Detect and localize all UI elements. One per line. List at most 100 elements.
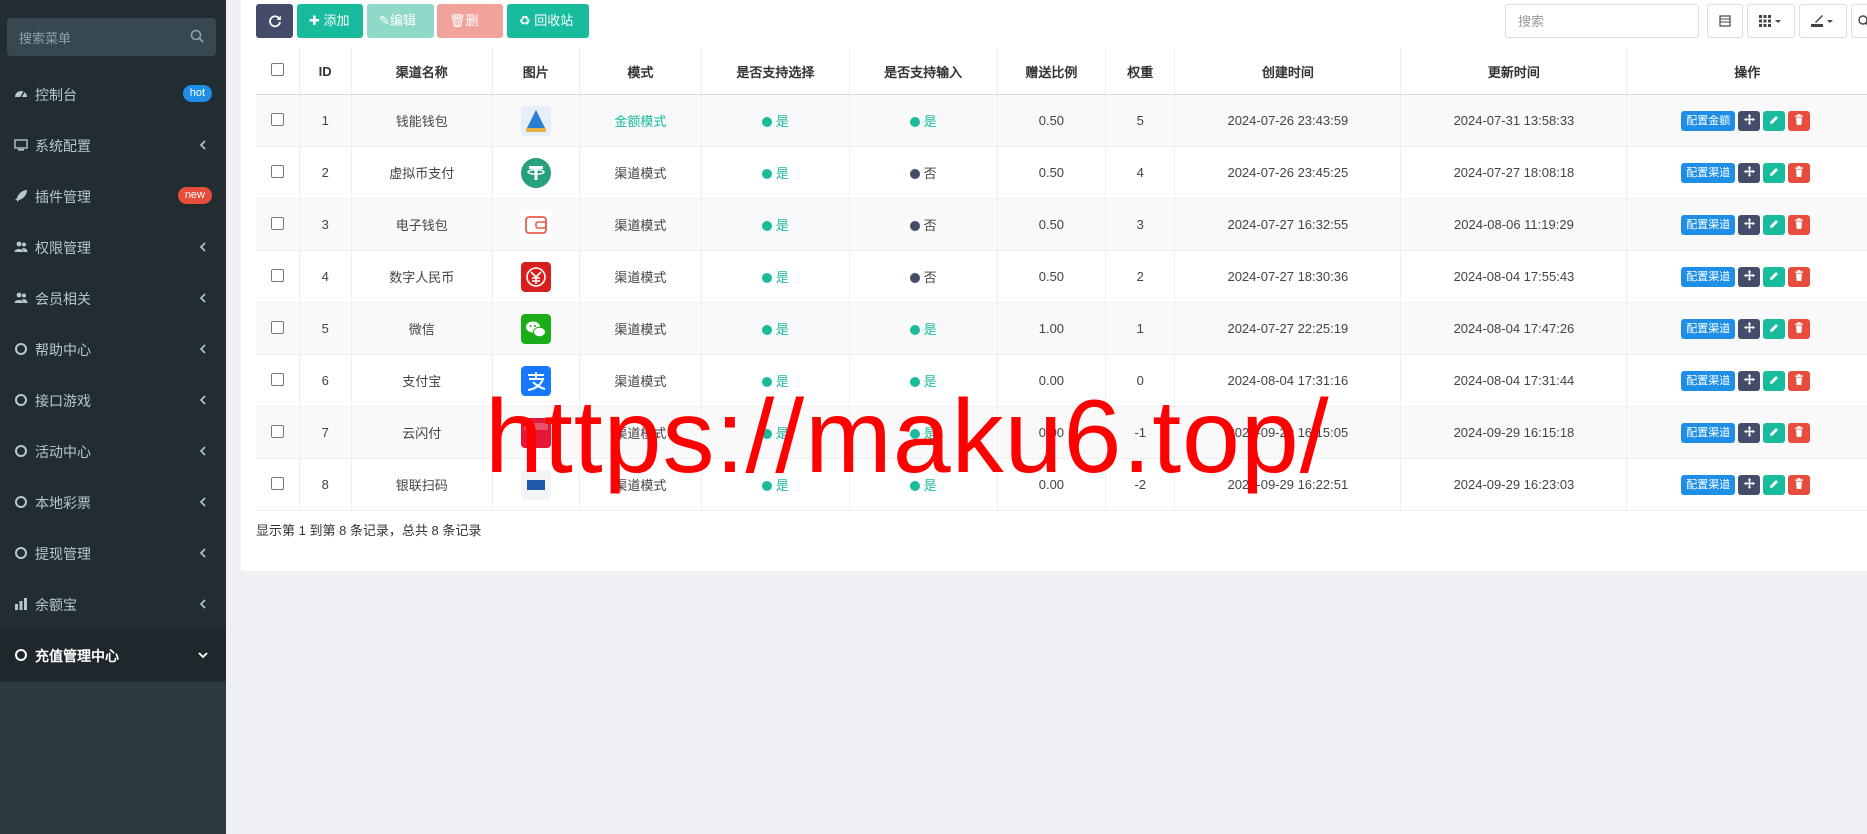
drag-sort-button[interactable] bbox=[1738, 318, 1761, 339]
config-button[interactable]: 配置渠道 bbox=[1681, 370, 1736, 391]
columns-button[interactable] bbox=[1747, 4, 1795, 38]
sidebar-item-7[interactable]: 接口游戏 bbox=[0, 375, 226, 425]
sidebar-item-10[interactable]: 提现管理 bbox=[0, 528, 226, 578]
config-button[interactable]: 配置渠道 bbox=[1681, 214, 1736, 235]
advanced-search-button[interactable] bbox=[1851, 4, 1867, 38]
delete-row-button[interactable] bbox=[1788, 266, 1811, 287]
header-weight[interactable]: 权重 bbox=[1105, 48, 1176, 95]
select-value: 是 bbox=[775, 322, 789, 337]
edit-row-button[interactable] bbox=[1763, 110, 1786, 131]
table-search-input[interactable] bbox=[1506, 5, 1690, 37]
mode-cell: 渠道模式 bbox=[579, 302, 703, 355]
delete-row-button[interactable] bbox=[1788, 318, 1811, 339]
select-all-cell bbox=[256, 48, 300, 95]
row-checkbox[interactable] bbox=[270, 424, 284, 438]
sidebar-item-6[interactable]: 帮助中心 bbox=[0, 324, 226, 374]
circle-icon bbox=[14, 648, 28, 662]
config-button[interactable]: 配置渠道 bbox=[1681, 318, 1736, 339]
sidebar-item-11[interactable]: 余额宝 bbox=[0, 579, 226, 629]
delete-button[interactable]: 🗑删除 bbox=[437, 4, 503, 62]
sidebar-item-4[interactable]: 权限管理 bbox=[0, 222, 226, 272]
config-button[interactable]: 配置渠道 bbox=[1681, 162, 1736, 183]
delete-row-button[interactable] bbox=[1788, 110, 1811, 131]
sidebar-item-5[interactable]: 会员相关 bbox=[0, 273, 226, 323]
select-all-checkbox[interactable] bbox=[270, 63, 284, 76]
table-row[interactable]: 3 电子钱包 渠道模式是否 0.50 3 2024-07-27 16:32:55 2024-… bbox=[256, 198, 1867, 251]
config-button[interactable]: 配置渠道 bbox=[1681, 474, 1736, 495]
delete-row-button[interactable] bbox=[1788, 162, 1811, 183]
sidebar-item-label: 充值管理中心 bbox=[35, 648, 119, 664]
tether-logo[interactable] bbox=[520, 157, 551, 188]
image-cell bbox=[492, 250, 580, 303]
id-cell: 3 bbox=[299, 198, 352, 251]
row-checkbox[interactable] bbox=[270, 476, 284, 490]
menu-search-input[interactable] bbox=[7, 18, 191, 58]
delete-row-button[interactable] bbox=[1788, 474, 1811, 495]
table-row[interactable]: 4 数字人民币 渠道模式 是 否 0.50 2 2024-07-27 18:30:36 2024… bbox=[256, 250, 1867, 303]
header-name[interactable]: 渠道名称 bbox=[351, 48, 493, 95]
recycle-bin-button[interactable]: ♻ 回收站 bbox=[507, 4, 589, 38]
sidebar-item-12[interactable]: 充值管理中心 bbox=[0, 630, 226, 680]
arrows-move-icon bbox=[1743, 373, 1755, 385]
updated-time-cell: 2024-09-29 16:15:18 bbox=[1400, 406, 1628, 459]
header-created-time[interactable]: 创建时间 bbox=[1174, 48, 1402, 95]
header-updated-time[interactable]: 更新时间 bbox=[1400, 48, 1628, 95]
table-row[interactable]: 5 微信 渠道模式 是 是 1.00 1 2024-07-27 22:25:19 2024-08… bbox=[256, 302, 1867, 355]
drag-sort-button[interactable] bbox=[1738, 110, 1761, 131]
edit-row-button[interactable] bbox=[1763, 422, 1786, 443]
support-input-cell: 否 bbox=[849, 146, 998, 199]
sidebar-item-label: 权限管理 bbox=[35, 240, 91, 256]
drag-sort-button[interactable] bbox=[1738, 214, 1761, 235]
edit-row-button[interactable] bbox=[1763, 474, 1786, 495]
row-checkbox[interactable] bbox=[270, 268, 284, 282]
config-button[interactable]: 配置渠道 bbox=[1681, 422, 1736, 443]
edit-row-button[interactable] bbox=[1763, 370, 1786, 391]
sidebar-item-2[interactable]: 系统配置 bbox=[0, 120, 226, 170]
edit-button[interactable]: ✎编辑 bbox=[367, 4, 434, 38]
ewallet-logo[interactable] bbox=[520, 209, 551, 240]
config-button[interactable]: 配置渠道 bbox=[1681, 266, 1736, 287]
wechat-logo[interactable] bbox=[520, 313, 551, 344]
row-checkbox[interactable] bbox=[270, 112, 284, 126]
header-bonus-ratio[interactable]: 赠送比例 bbox=[997, 48, 1107, 95]
toggle-view-button[interactable] bbox=[1707, 4, 1743, 38]
refresh-button[interactable] bbox=[256, 4, 293, 38]
drag-sort-button[interactable] bbox=[1738, 162, 1761, 183]
config-button[interactable]: 配置金额 bbox=[1681, 110, 1736, 131]
drag-sort-button[interactable] bbox=[1738, 266, 1761, 287]
new-badge: new bbox=[177, 187, 212, 204]
delete-row-button[interactable] bbox=[1788, 422, 1811, 443]
header-support-select[interactable]: 是否支持选择 bbox=[701, 48, 850, 95]
edit-row-button[interactable] bbox=[1763, 214, 1786, 235]
search-icon[interactable] bbox=[190, 29, 204, 43]
sidebar-item-8[interactable]: 活动中心 bbox=[0, 426, 226, 476]
delete-row-button[interactable] bbox=[1788, 370, 1811, 391]
edit-row-button[interactable] bbox=[1763, 266, 1786, 287]
header-mode[interactable]: 模式 bbox=[579, 48, 703, 95]
channel-name-cell: 数字人民币 bbox=[351, 250, 493, 303]
drag-sort-button[interactable] bbox=[1738, 474, 1761, 495]
add-button[interactable]: ✚ 添加 bbox=[297, 4, 363, 38]
export-button[interactable] bbox=[1799, 4, 1847, 38]
sidebar-item-9[interactable]: 本地彩票 bbox=[0, 477, 226, 527]
delete-row-button[interactable] bbox=[1788, 214, 1811, 235]
row-checkbox[interactable] bbox=[270, 320, 284, 334]
ecny-logo[interactable] bbox=[520, 261, 551, 292]
sidebar-item-3[interactable]: 插件管理 new bbox=[0, 171, 226, 221]
header-id[interactable]: ID bbox=[299, 48, 352, 95]
drag-sort-button[interactable] bbox=[1738, 370, 1761, 391]
row-checkbox[interactable] bbox=[270, 216, 284, 230]
edit-row-button[interactable] bbox=[1763, 318, 1786, 339]
channel-name-cell: 钱能钱包 bbox=[351, 94, 493, 147]
edit-row-button[interactable] bbox=[1763, 162, 1786, 183]
row-checkbox[interactable] bbox=[270, 164, 284, 178]
table-row[interactable]: 1 钱能钱包 金额模式 是 是 0.50 5 2024-07-26 23:43:59 2024-… bbox=[256, 94, 1867, 147]
header-support-input[interactable]: 是否支持输入 bbox=[849, 48, 998, 95]
drag-sort-button[interactable] bbox=[1738, 422, 1761, 443]
wallet-logo[interactable] bbox=[520, 105, 551, 136]
row-checkbox[interactable] bbox=[270, 372, 284, 386]
mode-value: 渠道模式 bbox=[614, 322, 667, 337]
header-image[interactable]: 图片 bbox=[492, 48, 580, 95]
table-row[interactable]: 2 虚拟币支付 渠道模式 是 否 0.50 4 2024-07-26 23:45:25 2024… bbox=[256, 146, 1867, 199]
sidebar-item-1[interactable]: 控制台 hot bbox=[0, 69, 226, 119]
